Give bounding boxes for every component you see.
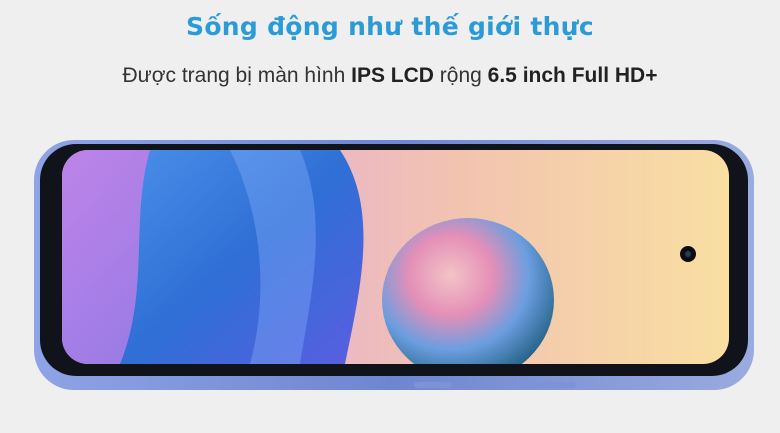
phone-illustration	[34, 140, 754, 390]
power-button	[512, 382, 576, 388]
volume-button	[414, 382, 452, 388]
screen-wallpaper	[62, 150, 729, 364]
wallpaper-sphere	[382, 218, 554, 364]
